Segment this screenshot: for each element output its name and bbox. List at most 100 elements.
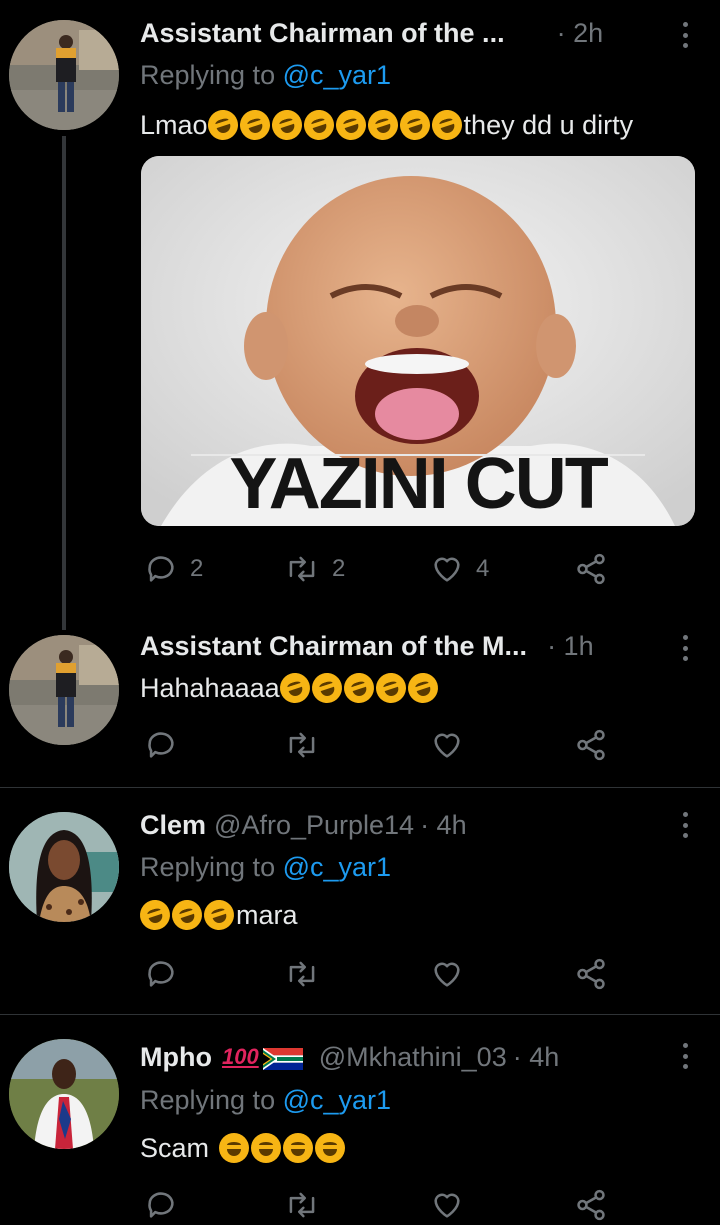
retweet-button[interactable] [284,954,320,994]
timestamp[interactable]: · 2h [557,18,604,49]
user-handle[interactable]: @Mkhathini_03 [319,1042,507,1073]
replying-label: Replying to [140,852,276,882]
rofl-emoji-icon [275,669,314,707]
reply-button[interactable]: 2 [144,549,203,589]
tweet-text-prefix: Hahahaaaa [140,672,280,703]
rofl-emoji-icon [235,106,274,144]
tweet-actions: 2 2 4 [140,549,610,589]
more-options-icon[interactable] [680,635,690,661]
more-options-icon[interactable] [680,812,690,838]
hundred-points-emoji: 100 [221,1044,259,1069]
tweet-text: Scam [140,1131,347,1165]
reply-count: 2 [190,555,204,582]
display-name[interactable]: Mpho [140,1042,212,1073]
share-button[interactable] [574,549,608,589]
timestamp[interactable]: · 4h [420,810,467,841]
rofl-emoji-icon [339,669,378,707]
share-nodes-icon [577,1189,605,1221]
like-count: 4 [476,555,490,582]
reply-button[interactable] [144,725,178,765]
media-image[interactable]: YAZINI CUT [141,156,695,526]
retweet-button[interactable] [284,1185,320,1225]
thread-line [62,136,66,630]
heart-icon [434,733,460,758]
timestamp[interactable]: · 4h [513,1042,560,1073]
display-name[interactable]: Assistant Chairman of the ... [140,18,505,49]
replying-to: Replying to @c_yar1 [140,852,391,883]
retweet-count: 2 [332,555,346,582]
display-name[interactable]: Clem [140,810,206,841]
rofl-emoji-icon [395,106,434,144]
retweet-arrows-icon [289,1192,315,1218]
speech-bubble-icon [148,556,174,582]
tweet-header: Assistant Chairman of the ... · 2h [140,16,603,50]
avatar[interactable] [9,20,119,130]
share-nodes-icon [577,958,605,990]
reply-button[interactable] [144,954,178,994]
display-name[interactable]: Assistant Chairman of the M... [140,631,527,662]
tweet-text-suffix: mara [236,899,298,930]
retweet-button[interactable] [284,725,320,765]
tweet-text-suffix: they dd u dirty [463,109,634,140]
speech-bubble-icon [148,732,174,758]
rofl-emoji-icon [203,106,242,144]
rofl-emoji-icon [307,669,346,707]
retweet-button[interactable]: 2 [284,549,345,589]
tears-of-joy-emoji-icon [315,1133,346,1163]
share-nodes-icon [577,729,605,761]
timestamp[interactable]: · 1h [547,631,594,662]
rofl-emoji-icon [168,896,206,934]
avatar[interactable] [9,1039,119,1149]
tweet-header: Clem @Afro_Purple14 · 4h [140,808,467,842]
user-handle[interactable]: @Afro_Purple14 [214,810,414,841]
avatar[interactable] [9,635,119,745]
more-options-icon[interactable] [680,1043,690,1069]
replying-to: Replying to @c_yar1 [140,1085,391,1116]
reply-button[interactable] [144,1185,178,1225]
tweet-2[interactable]: Assistant Chairman of the M... · 1h Haha… [0,625,720,787]
tweet-3[interactable]: Clem @Afro_Purple14 · 4h Replying to @c_… [0,788,720,1014]
like-button[interactable] [430,1185,464,1225]
like-button[interactable] [430,725,464,765]
rofl-emoji-icon [371,669,410,707]
like-button[interactable] [430,954,464,994]
heart-icon [434,962,460,987]
retweet-arrows-icon [289,732,315,758]
south-africa-flag-icon [262,1046,303,1070]
tweet-text: Hahahaaaa [140,669,442,707]
tweet-text-prefix: Scam [140,1132,210,1163]
like-button[interactable]: 4 [430,549,489,589]
share-button[interactable] [574,1185,608,1225]
replying-handle-link[interactable]: @c_yar1 [283,1085,391,1115]
tweet-4[interactable]: Mpho 100 @Mkhathini_03 · 4h Replying to … [0,1015,720,1221]
tweet-header: Assistant Chairman of the M... · 1h [140,629,594,663]
speech-bubble-icon [148,961,174,987]
heart-icon [434,557,460,582]
replying-handle-link[interactable]: @c_yar1 [283,852,391,882]
rofl-emoji-icon [299,106,338,144]
replying-label: Replying to [140,60,276,90]
tweet-actions [140,954,610,994]
tears-of-joy-emoji-icon [251,1133,282,1163]
more-options-icon[interactable] [680,22,690,48]
share-nodes-icon [577,553,605,585]
replying-to: Replying to @c_yar1 [140,60,391,91]
speech-bubble-icon [148,1192,174,1218]
replying-label: Replying to [140,1085,276,1115]
tweet-text: mara [136,896,298,934]
tears-of-joy-emoji-icon [283,1133,314,1163]
rofl-emoji-icon [136,896,174,934]
tweet-header: Mpho 100 @Mkhathini_03 · 4h [140,1040,559,1074]
tweet-actions [140,725,610,765]
share-button[interactable] [574,954,608,994]
share-button[interactable] [574,725,608,765]
rofl-emoji-icon [267,106,306,144]
tears-of-joy-emoji-icon [219,1133,250,1163]
rofl-emoji-icon [200,896,238,934]
avatar[interactable] [9,812,119,922]
retweet-arrows-icon [289,961,315,987]
media-caption: YAZINI CUT [229,444,608,524]
rofl-emoji-icon [363,106,402,144]
tweet-1[interactable]: Assistant Chairman of the ... · 2h Reply… [0,0,720,630]
replying-handle-link[interactable]: @c_yar1 [283,60,391,90]
